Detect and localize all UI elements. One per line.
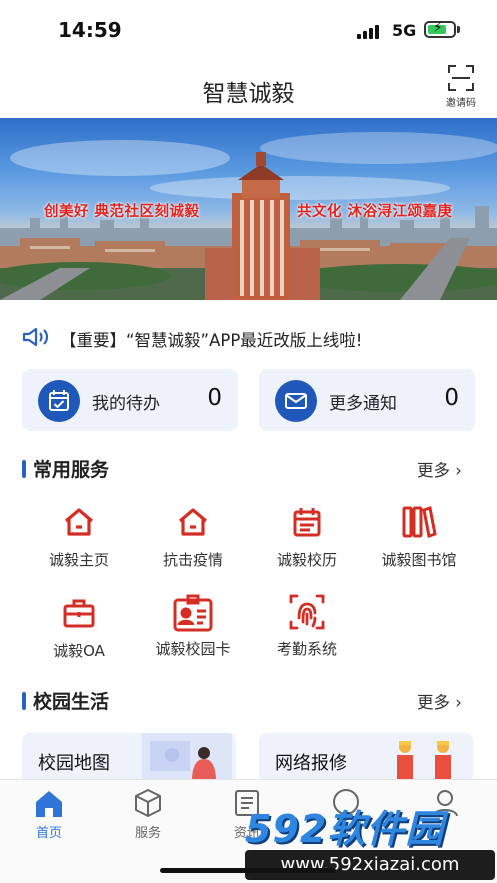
tab-label: 服务 <box>134 826 161 841</box>
service-item[interactable]: 诚毅校历 <box>250 505 364 587</box>
invite-code-label: 邀请码 <box>446 98 476 109</box>
status-bar: 14:59 5G ⚡ <box>0 0 497 58</box>
tab-home[interactable]: 首页 <box>9 788 89 841</box>
map-illustration-icon <box>142 733 232 781</box>
banner-slogan-right: 共文化 沐浴浔江颂嘉庚 <box>297 203 453 220</box>
common-services-more-link[interactable]: 更多 › <box>417 457 462 481</box>
service-label: 抗击疫情 <box>162 551 223 569</box>
home-indicator <box>160 868 336 873</box>
service-label: 诚毅校园卡 <box>155 640 231 658</box>
home-tab-icon <box>36 791 62 817</box>
service-item[interactable]: 抗击疫情 <box>136 505 250 587</box>
watermark-brand: 592软件园 <box>245 807 445 851</box>
notice-text: 【重要】“智慧诚毅”APP最近改版上线啦! <box>60 331 363 350</box>
watermark-url: www.592xiazai.com <box>245 850 495 880</box>
banner-slogan-left: 创美好 典范社区刻诚毅 <box>44 203 200 220</box>
watermark-logo: 592软件园 www.592xiazai.com <box>245 798 495 880</box>
service-label: 诚毅OA <box>53 642 105 660</box>
more-notices-card[interactable]: 更多通知 0 <box>259 369 475 431</box>
network-repair-card[interactable]: 网络报修 <box>259 733 473 781</box>
speaker-icon <box>22 327 49 347</box>
notice-bar[interactable]: 【重要】“智慧诚毅”APP最近改版上线啦! <box>0 318 497 356</box>
section-title: 常用服务 <box>33 459 110 481</box>
service-item[interactable]: 诚毅OA <box>22 596 136 678</box>
calendar-icon <box>293 508 321 537</box>
service-item[interactable]: 诚毅校园卡 <box>136 592 250 674</box>
common-services-header: 常用服务 更多 › <box>0 454 497 484</box>
network-repair-label: 网络报修 <box>275 753 347 774</box>
more-notices-count: 0 <box>444 385 459 411</box>
banner-image[interactable]: 创美好 典范社区刻诚毅 共文化 沐浴浔江颂嘉庚 <box>0 118 497 300</box>
section-title: 校园生活 <box>33 691 110 713</box>
tab-label: 首页 <box>35 826 62 841</box>
more-notices-label: 更多通知 <box>329 394 397 414</box>
status-time: 14:59 <box>58 18 122 42</box>
page-title: 智慧诚毅 <box>202 81 295 107</box>
chevron-right-icon: › <box>455 461 462 480</box>
tab-services[interactable]: 服务 <box>108 788 188 841</box>
cube-icon <box>135 789 161 817</box>
home-icon <box>64 508 94 536</box>
invite-code-button[interactable]: 邀请码 <box>440 64 482 112</box>
service-item[interactable]: 考勤系统 <box>250 592 364 674</box>
calendar-check-icon <box>38 380 80 422</box>
briefcase-icon <box>63 599 95 628</box>
signal-icon <box>357 25 381 39</box>
campus-map-label: 校园地图 <box>38 753 110 774</box>
books-icon <box>402 506 437 538</box>
network-label: 5G <box>392 21 417 40</box>
my-todo-card[interactable]: 我的待办 0 <box>22 369 238 431</box>
home-icon <box>178 508 208 536</box>
chevron-right-icon: › <box>455 693 462 712</box>
my-todo-count: 0 <box>207 385 222 411</box>
id-card-icon <box>173 594 213 632</box>
my-todo-label: 我的待办 <box>92 394 160 414</box>
battery-icon: ⚡ <box>424 20 456 38</box>
service-label: 诚毅图书馆 <box>381 551 457 569</box>
campus-life-header: 校园生活 更多 › <box>0 686 497 716</box>
service-label: 考勤系统 <box>276 640 337 658</box>
campus-map-card[interactable]: 校园地图 <box>22 733 236 781</box>
scan-icon <box>448 65 474 91</box>
repair-workers-icon <box>397 741 451 781</box>
service-label: 诚毅校历 <box>276 551 337 569</box>
fingerprint-icon <box>289 594 325 630</box>
service-item[interactable]: 诚毅图书馆 <box>362 505 476 587</box>
mail-icon <box>275 380 317 422</box>
app-header: 智慧诚毅 邀请码 <box>0 58 497 118</box>
campus-life-more-link[interactable]: 更多 › <box>417 689 462 713</box>
service-label: 诚毅主页 <box>48 551 109 569</box>
service-item[interactable]: 诚毅主页 <box>22 505 136 587</box>
